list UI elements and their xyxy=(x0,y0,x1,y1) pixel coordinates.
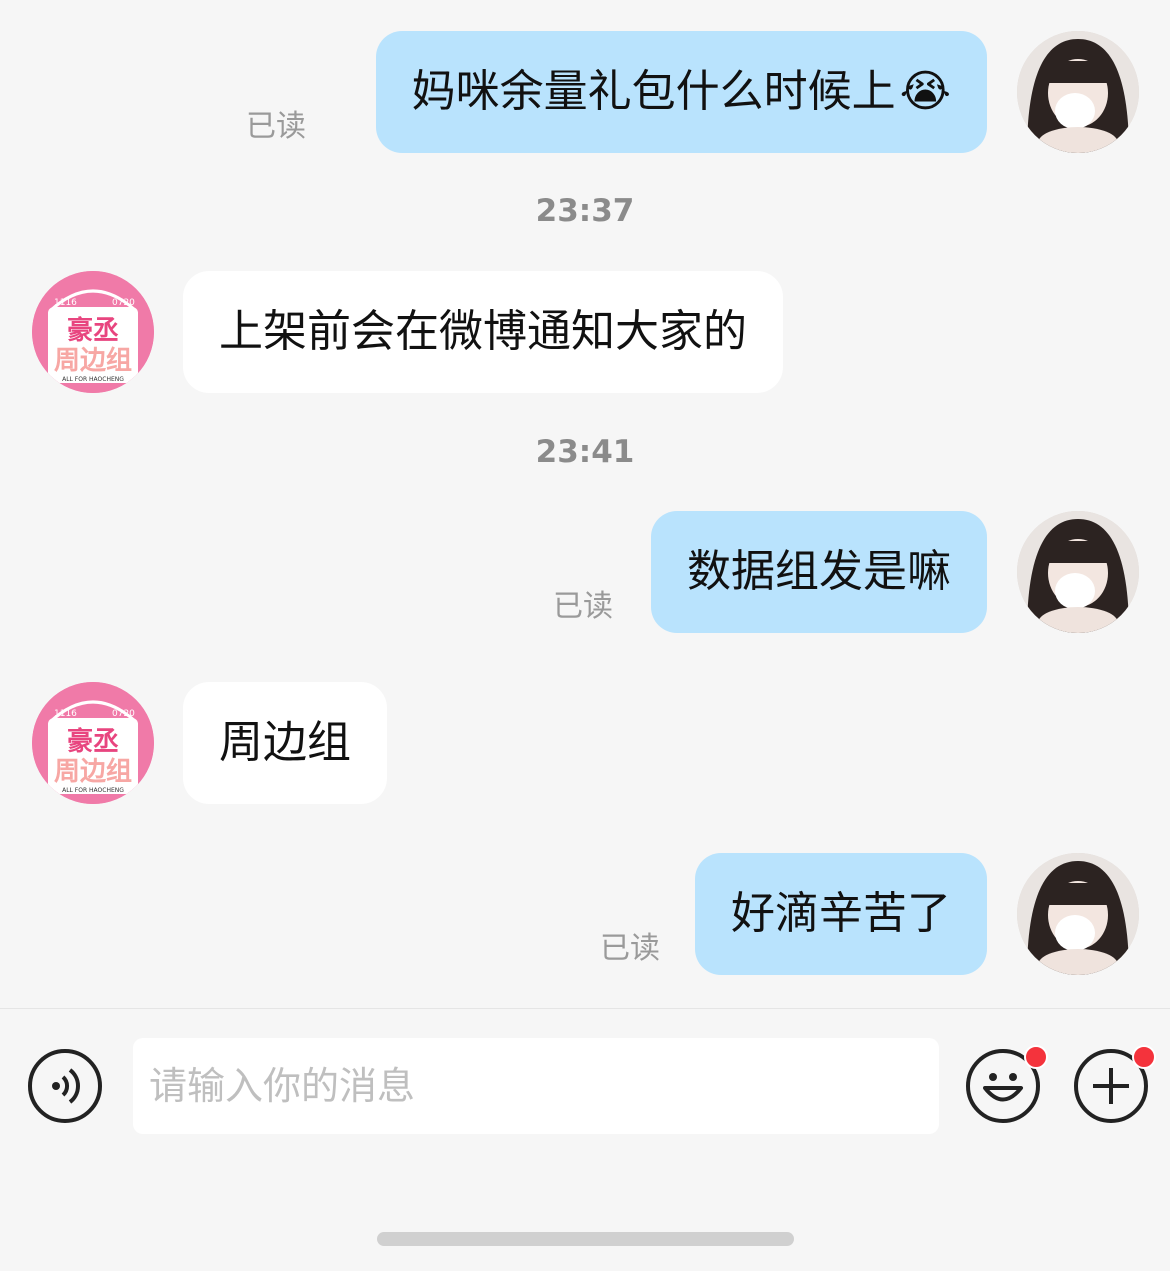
svg-text:1116: 1116 xyxy=(54,709,77,719)
svg-text:ALL FOR HAOCHENG: ALL FOR HAOCHENG xyxy=(62,376,124,383)
timestamp: 23:37 xyxy=(535,193,635,229)
message-bubble-incoming[interactable]: 上架前会在微博通知大家的 xyxy=(183,271,783,393)
my-avatar[interactable] xyxy=(1017,853,1139,975)
contact-avatar[interactable]: 1116 0720 豪丞 周边组 ALL FOR HAOCHENG xyxy=(32,271,154,393)
emoji-notification-dot xyxy=(1024,1045,1048,1069)
message-text: 好滴辛苦了 xyxy=(731,888,951,939)
home-indicator[interactable] xyxy=(377,1232,794,1246)
crying-emoji-icon: 😭 xyxy=(899,66,951,117)
message-text: 上架前会在微博通知大家的 xyxy=(219,306,747,357)
my-avatar[interactable] xyxy=(1017,511,1139,633)
voice-icon[interactable] xyxy=(28,1049,102,1123)
svg-text:周边组: 周边组 xyxy=(54,345,132,376)
read-status: 已读 xyxy=(600,931,660,966)
contact-avatar[interactable]: 1116 0720 豪丞 周边组 ALL FOR HAOCHENG xyxy=(32,682,154,804)
svg-text:1116: 1116 xyxy=(54,298,77,308)
chat-message-list: 已读 妈咪余量礼包什么时候上😭 23:37 1116 0720 豪丞 周边组 A… xyxy=(0,0,1170,1008)
message-text: 数据组发是嘛 xyxy=(687,546,951,597)
message-bubble-outgoing[interactable]: 数据组发是嘛 xyxy=(651,511,987,633)
plus-notification-dot xyxy=(1132,1045,1156,1069)
message-input[interactable]: 请输入你的消息 xyxy=(133,1038,939,1134)
message-bubble-outgoing[interactable]: 好滴辛苦了 xyxy=(695,853,987,975)
svg-text:豪丞: 豪丞 xyxy=(67,315,119,346)
svg-text:豪丞: 豪丞 xyxy=(67,726,119,757)
message-input-bar: 请输入你的消息 xyxy=(0,1008,1170,1271)
svg-text:周边组: 周边组 xyxy=(54,756,132,787)
timestamp: 23:41 xyxy=(535,434,635,470)
message-text: 周边组 xyxy=(219,717,351,768)
message-bubble-incoming[interactable]: 周边组 xyxy=(183,682,387,804)
read-status: 已读 xyxy=(246,109,306,144)
message-bubble-outgoing[interactable]: 妈咪余量礼包什么时候上😭 xyxy=(375,31,987,153)
message-text: 妈咪余量礼包什么时候上 xyxy=(411,66,896,117)
my-avatar[interactable] xyxy=(1017,31,1139,153)
message-input-placeholder: 请输入你的消息 xyxy=(149,1064,416,1108)
read-status: 已读 xyxy=(553,589,613,624)
svg-text:ALL FOR HAOCHENG: ALL FOR HAOCHENG xyxy=(62,787,124,794)
svg-text:0720: 0720 xyxy=(112,709,135,719)
svg-text:0720: 0720 xyxy=(112,298,135,308)
